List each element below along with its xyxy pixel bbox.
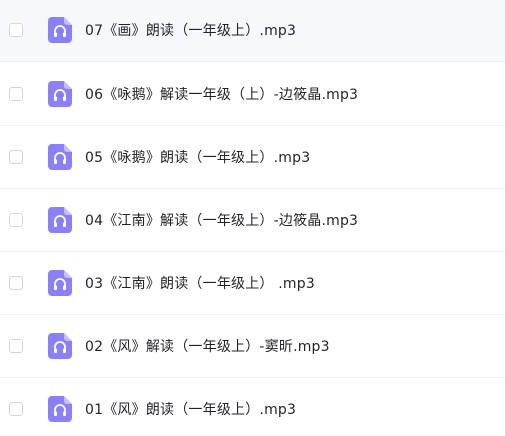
file-row[interactable]: 02《风》解读（一年级上）-窦昕.mp3: [0, 315, 505, 378]
file-row[interactable]: 06《咏鹅》解读一年级（上）-边筱晶.mp3: [0, 63, 505, 126]
row-checkbox[interactable]: [9, 23, 23, 37]
row-checkbox[interactable]: [9, 276, 23, 290]
row-checkbox[interactable]: [9, 87, 23, 101]
audio-file-icon: [48, 207, 72, 233]
file-name[interactable]: 01《风》朗读（一年级上）.mp3: [85, 399, 296, 419]
file-name[interactable]: 06《咏鹅》解读一年级（上）-边筱晶.mp3: [85, 84, 358, 104]
file-list: 07《画》朗读（一年级上）.mp3 06《咏鹅》解读一年级（上）-边筱晶.mp3…: [0, 0, 505, 436]
audio-file-icon: [48, 333, 72, 359]
audio-file-icon: [48, 396, 72, 422]
file-row[interactable]: 01《风》朗读（一年级上）.mp3: [0, 378, 505, 436]
row-checkbox[interactable]: [9, 339, 23, 353]
file-row[interactable]: 03《江南》朗读（一年级上） .mp3: [0, 252, 505, 315]
audio-file-icon: [48, 81, 72, 107]
file-row[interactable]: 04《江南》解读（一年级上）-边筱晶.mp3: [0, 189, 505, 252]
file-name[interactable]: 05《咏鹅》朗读（一年级上）.mp3: [85, 147, 310, 167]
file-row[interactable]: 05《咏鹅》朗读（一年级上）.mp3: [0, 126, 505, 189]
file-name[interactable]: 04《江南》解读（一年级上）-边筱晶.mp3: [85, 210, 358, 230]
row-checkbox[interactable]: [9, 402, 23, 416]
audio-file-icon: [48, 270, 72, 296]
file-name[interactable]: 07《画》朗读（一年级上）.mp3: [85, 20, 296, 40]
file-name[interactable]: 02《风》解读（一年级上）-窦昕.mp3: [85, 336, 330, 356]
file-name[interactable]: 03《江南》朗读（一年级上） .mp3: [85, 273, 315, 293]
audio-file-icon: [48, 17, 72, 43]
row-checkbox[interactable]: [9, 150, 23, 164]
file-row[interactable]: 07《画》朗读（一年级上）.mp3: [0, 0, 505, 62]
audio-file-icon: [48, 144, 72, 170]
row-checkbox[interactable]: [9, 213, 23, 227]
